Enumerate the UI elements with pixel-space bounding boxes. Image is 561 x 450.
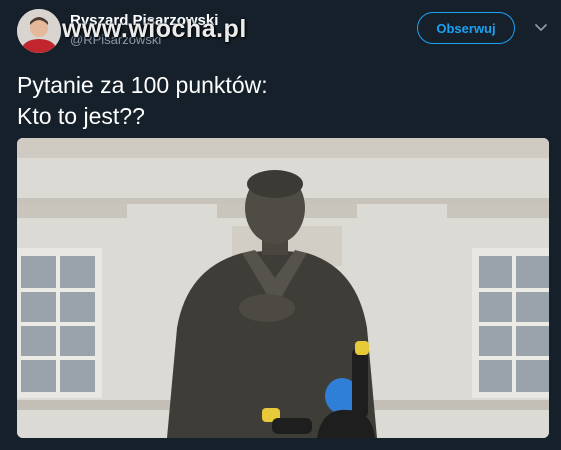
tweet-photo[interactable] bbox=[17, 138, 549, 438]
tweet: Ryszard Pisarzowski @RPisarzowski www.wi… bbox=[0, 0, 561, 450]
tweet-text-line: Pytanie za 100 punktów: bbox=[17, 72, 268, 98]
tweet-text: Pytanie za 100 punktów: Kto to jest?? bbox=[17, 70, 537, 132]
statue-photo bbox=[17, 138, 549, 438]
follow-button[interactable]: Obserwuj bbox=[417, 12, 515, 44]
watermark: www.wiocha.pl bbox=[62, 15, 247, 43]
avatar-photo-icon bbox=[17, 9, 61, 53]
author-avatar[interactable] bbox=[17, 9, 61, 53]
chevron-down-icon[interactable] bbox=[534, 23, 548, 33]
tweet-text-line: Kto to jest?? bbox=[17, 103, 145, 129]
